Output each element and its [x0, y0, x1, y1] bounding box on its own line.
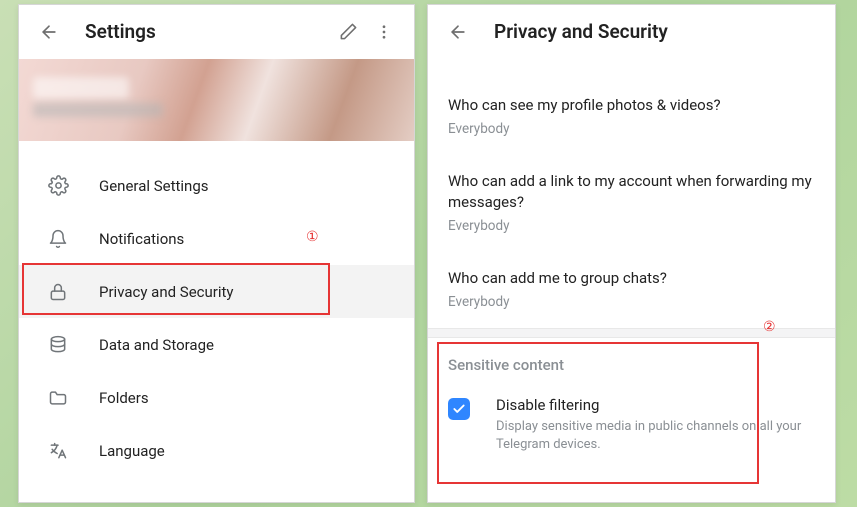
profile-status-blurred [33, 103, 163, 117]
menu-item-notifications[interactable]: Notifications [19, 212, 414, 265]
folder-icon [47, 387, 69, 409]
arrow-left-icon [39, 22, 59, 42]
edit-button[interactable] [330, 14, 366, 50]
gear-icon [47, 175, 69, 197]
section-divider [428, 328, 835, 338]
privacy-header: Privacy and Security [428, 5, 835, 59]
sensitive-content-label: Sensitive content [428, 338, 835, 380]
menu-item-label: Data and Storage [99, 336, 214, 354]
menu-item-data-storage[interactable]: Data and Storage [19, 318, 414, 371]
menu-item-label: Notifications [99, 230, 184, 248]
lock-icon [47, 281, 69, 303]
privacy-row-value: Everybody [448, 121, 815, 137]
more-vertical-icon [375, 23, 393, 41]
settings-panel: Settings General Settings Notifications [18, 4, 415, 503]
disable-filtering-checkbox[interactable] [448, 398, 470, 420]
more-button[interactable] [366, 14, 402, 50]
menu-item-label: Folders [99, 389, 149, 407]
privacy-row-title: Who can add me to group chats? [448, 268, 815, 288]
profile-banner[interactable] [19, 59, 414, 141]
check-icon [452, 402, 466, 416]
profile-name-blurred [33, 77, 129, 99]
disable-filtering-row[interactable]: Disable filtering Display sensitive medi… [428, 380, 835, 463]
menu-item-privacy-security[interactable]: Privacy and Security [19, 265, 414, 318]
arrow-left-icon [448, 22, 468, 42]
menu-item-label: Privacy and Security [99, 283, 234, 301]
menu-item-language[interactable]: Language [19, 424, 414, 477]
settings-menu: General Settings Notifications Privacy a… [19, 141, 414, 477]
menu-item-folders[interactable]: Folders [19, 371, 414, 424]
privacy-row-title: Who can see my profile photos & videos? [448, 95, 815, 115]
privacy-row-value: Everybody [448, 294, 815, 310]
menu-item-label: Language [99, 442, 165, 460]
checkbox-description: Display sensitive media in public channe… [496, 418, 815, 453]
privacy-row-value: Everybody [448, 218, 815, 234]
settings-header: Settings [19, 5, 414, 59]
privacy-row-profile-photos[interactable]: Who can see my profile photos & videos? … [428, 79, 835, 155]
privacy-row-forwarding-link[interactable]: Who can add a link to my account when fo… [428, 155, 835, 252]
privacy-row-title: Who can add a link to my account when fo… [448, 171, 815, 212]
menu-item-general-settings[interactable]: General Settings [19, 159, 414, 212]
back-button[interactable] [31, 14, 67, 50]
bell-icon [47, 228, 69, 250]
language-icon [47, 440, 69, 462]
privacy-title: Privacy and Security [494, 20, 823, 43]
menu-item-label: General Settings [99, 177, 209, 195]
back-button[interactable] [440, 14, 476, 50]
database-icon [47, 334, 69, 356]
privacy-row-group-chats[interactable]: Who can add me to group chats? Everybody [428, 252, 835, 328]
settings-title: Settings [85, 20, 330, 43]
privacy-panel: Privacy and Security Who can see my prof… [427, 4, 836, 503]
checkbox-title: Disable filtering [496, 396, 815, 414]
pencil-icon [339, 22, 358, 41]
